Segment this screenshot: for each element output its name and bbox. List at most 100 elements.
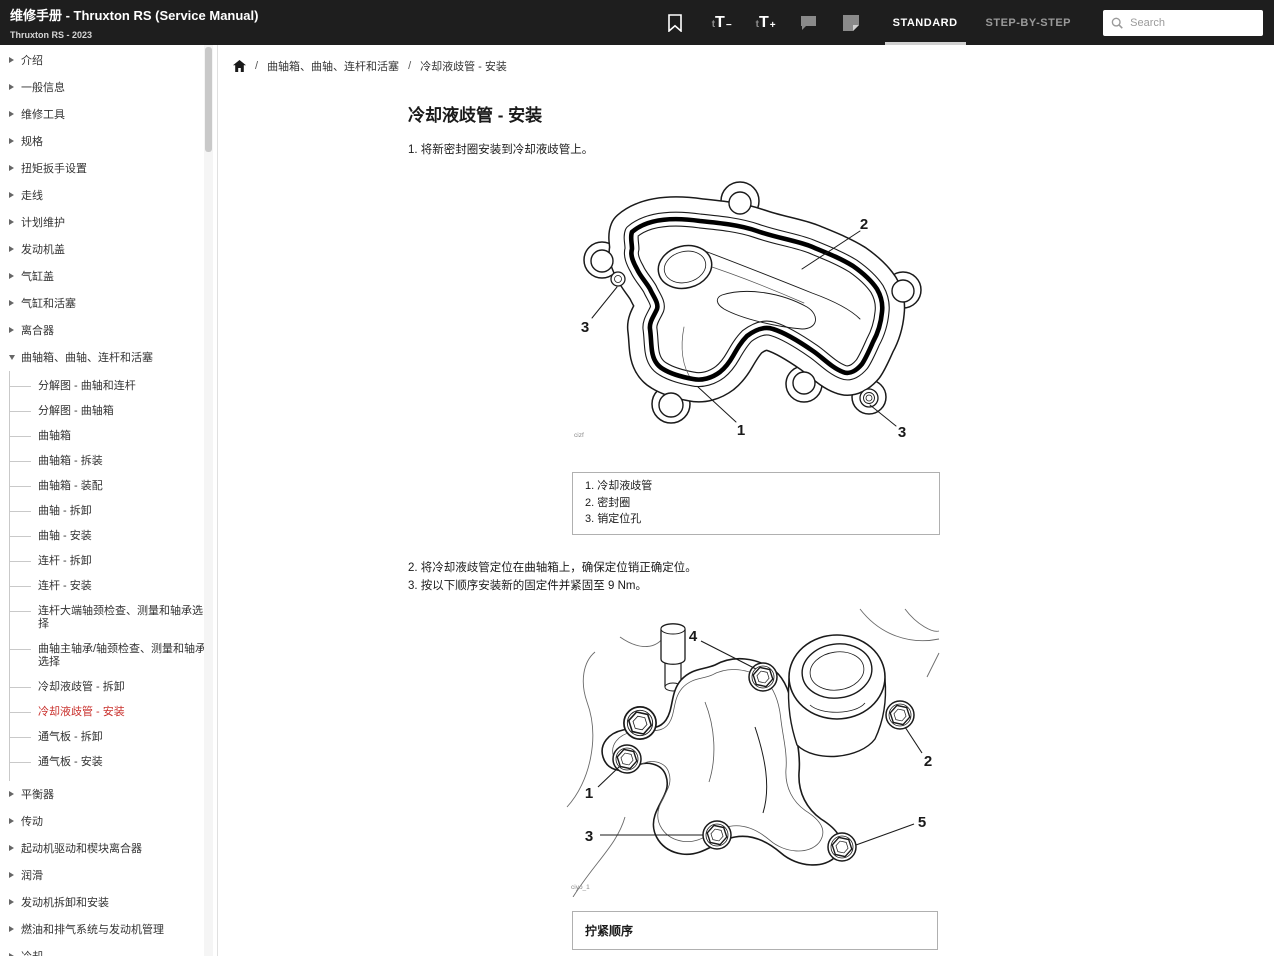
sidebar-item[interactable]: 润滑 (0, 862, 217, 889)
sidebar-scrollbar-thumb[interactable] (205, 47, 212, 152)
tree-connector (10, 461, 31, 462)
sidebar-subitem[interactable]: 曲轴箱 (10, 424, 217, 449)
sidebar-subitem-active[interactable]: 冷却液歧管 - 安装 (10, 700, 217, 725)
sidebar-item[interactable]: 气缸盖 (0, 263, 217, 290)
sidebar-subtree: 分解图 - 曲轴和连杆 分解图 - 曲轴箱 曲轴箱 曲轴箱 - 拆装 曲轴箱 -… (9, 371, 217, 781)
sidebar-subitem[interactable]: 曲轴 - 拆卸 (10, 499, 217, 524)
legend-line: 2. 密封圈 (585, 495, 929, 512)
chevron-right-icon (9, 818, 14, 824)
sidebar-subitem[interactable]: 曲轴箱 - 装配 (10, 474, 217, 499)
figure-tightening-sequence-art: 4 2 1 3 5 ciyo_1 (565, 607, 940, 897)
app-title: 维修手册 - Thruxton RS (Service Manual) (10, 5, 258, 24)
chevron-right-icon (9, 845, 14, 851)
sidebar-item[interactable]: 规格 (0, 128, 217, 155)
font-decrease-button[interactable]: tT− (712, 16, 732, 30)
sidebar-item[interactable]: 气缸和活塞 (0, 290, 217, 317)
tab-step-by-step[interactable]: STEP-BY-STEP (972, 0, 1085, 45)
tree-connector (10, 486, 31, 487)
chevron-right-icon (9, 57, 14, 63)
chevron-right-icon (9, 273, 14, 279)
sidebar-item[interactable]: 扭矩扳手设置 (0, 155, 217, 182)
bolt-5 (828, 833, 856, 861)
sidebar-item[interactable]: 介绍 (0, 47, 217, 74)
minus-icon: − (726, 21, 732, 30)
document-body: 冷却液歧管 - 安装 1. 将新密封圈安装到冷却液歧管上。 (408, 101, 948, 950)
figure2-caption: ciyo_1 (571, 884, 590, 891)
figure-coolant-manifold: 2 3 1 3 cizf (572, 177, 940, 439)
tree-connector (10, 536, 31, 537)
sidebar-item[interactable]: 发动机拆卸和安装 (0, 889, 217, 916)
sidebar-item[interactable]: 起动机驱动和楔块离合器 (0, 835, 217, 862)
sidebar-subitem[interactable]: 冷却液歧管 - 拆卸 (10, 675, 217, 700)
bookmark-icon[interactable] (668, 14, 682, 32)
breadcrumb-separator: / (408, 60, 411, 72)
chevron-right-icon (9, 899, 14, 905)
figure-coolant-manifold-art: 2 3 1 3 cizf (572, 177, 940, 439)
figure1-caption: cizf (574, 432, 584, 439)
search-input[interactable] (1130, 17, 1255, 29)
sidebar-subitem[interactable]: 连杆 - 安装 (10, 574, 217, 599)
sidebar-item-expanded[interactable]: 曲轴箱、曲轴、连杆和活塞 (0, 344, 217, 371)
sidebar-item[interactable]: 平衡器 (0, 781, 217, 808)
sidebar-item[interactable]: 计划维护 (0, 209, 217, 236)
sidebar-subitem[interactable]: 通气板 - 拆卸 (10, 725, 217, 750)
tightening-sequence-box: 拧紧顺序 (572, 911, 938, 950)
chevron-right-icon (9, 926, 14, 932)
font-increase-button[interactable]: tT+ (756, 16, 776, 30)
figure1-callout-3b: 3 (898, 424, 906, 439)
sidebar-subitem[interactable]: 连杆 - 拆卸 (10, 549, 217, 574)
sidebar-subitem[interactable]: 连杆大端轴颈检查、测量和轴承选择 (10, 599, 217, 637)
sidebar-item[interactable]: 发动机盖 (0, 236, 217, 263)
chevron-right-icon (9, 246, 14, 252)
tree-connector (10, 737, 31, 738)
procedure-step: 1. 将新密封圈安装到冷却液歧管上。 (408, 141, 948, 159)
home-icon[interactable] (233, 60, 246, 72)
figure1-callout-1: 1 (737, 422, 745, 439)
legend-line: 3. 销定位孔 (585, 511, 929, 528)
bolt-2 (886, 701, 914, 729)
figure-tightening-sequence: 4 2 1 3 5 ciyo_1 (565, 607, 940, 897)
sidebar-subitem[interactable]: 分解图 - 曲轴和连杆 (10, 374, 217, 399)
search-box[interactable] (1103, 10, 1263, 36)
figure2-callout-4: 4 (689, 628, 698, 645)
sidebar-subitem[interactable]: 通气板 - 安装 (10, 750, 217, 775)
tree-connector (10, 762, 31, 763)
header-titles: 维修手册 - Thruxton RS (Service Manual) Thru… (0, 5, 258, 40)
tree-connector (10, 561, 31, 562)
sidebar-subitem[interactable]: 曲轴主轴承/轴颈检查、测量和轴承选择 (10, 637, 217, 675)
chevron-right-icon (9, 327, 14, 333)
content-pane: / 曲轴箱、曲轴、连杆和活塞 / 冷却液歧管 - 安装 冷却液歧管 - 安装 1… (219, 45, 1274, 956)
tab-standard[interactable]: STANDARD (879, 0, 972, 45)
figure2-callout-1: 1 (585, 785, 593, 802)
tree-connector (10, 687, 31, 688)
note-icon[interactable] (843, 15, 859, 31)
sidebar-item[interactable]: 冷却 (0, 943, 217, 956)
sidebar-subitem[interactable]: 分解图 - 曲轴箱 (10, 399, 217, 424)
figure1-callout-2: 2 (860, 216, 868, 233)
chevron-right-icon (9, 192, 14, 198)
sidebar-subitem[interactable]: 曲轴 - 安装 (10, 524, 217, 549)
sidebar-item[interactable]: 一般信息 (0, 74, 217, 101)
chevron-right-icon (9, 165, 14, 171)
sidebar-scrollbar-track[interactable] (204, 45, 213, 956)
chevron-down-icon (9, 355, 15, 360)
sidebar-subitem[interactable]: 曲轴箱 - 拆装 (10, 449, 217, 474)
sidebar-item[interactable]: 维修工具 (0, 101, 217, 128)
sidebar-item[interactable]: 传动 (0, 808, 217, 835)
sidebar-nav: 介绍 一般信息 维修工具 规格 扭矩扳手设置 走线 计划维护 发动机盖 气缸盖 … (0, 45, 218, 956)
breadcrumb-link-section[interactable]: 曲轴箱、曲轴、连杆和活塞 (267, 58, 399, 74)
sidebar-item[interactable]: 离合器 (0, 317, 217, 344)
bolt-unlabeled (624, 706, 656, 738)
sidebar-item[interactable]: 走线 (0, 182, 217, 209)
tree-connector (10, 712, 31, 713)
app-header: 维修手册 - Thruxton RS (Service Manual) Thru… (0, 0, 1274, 45)
chevron-right-icon (9, 111, 14, 117)
sidebar-item[interactable]: 燃油和排气系统与发动机管理 (0, 916, 217, 943)
search-icon (1111, 16, 1123, 30)
figure2-callout-3: 3 (585, 828, 593, 845)
tree-connector (10, 511, 31, 512)
tree-connector (10, 649, 31, 650)
figure2-callout-2: 2 (924, 753, 932, 770)
tree-connector (10, 436, 31, 437)
comment-icon[interactable] (800, 15, 817, 31)
